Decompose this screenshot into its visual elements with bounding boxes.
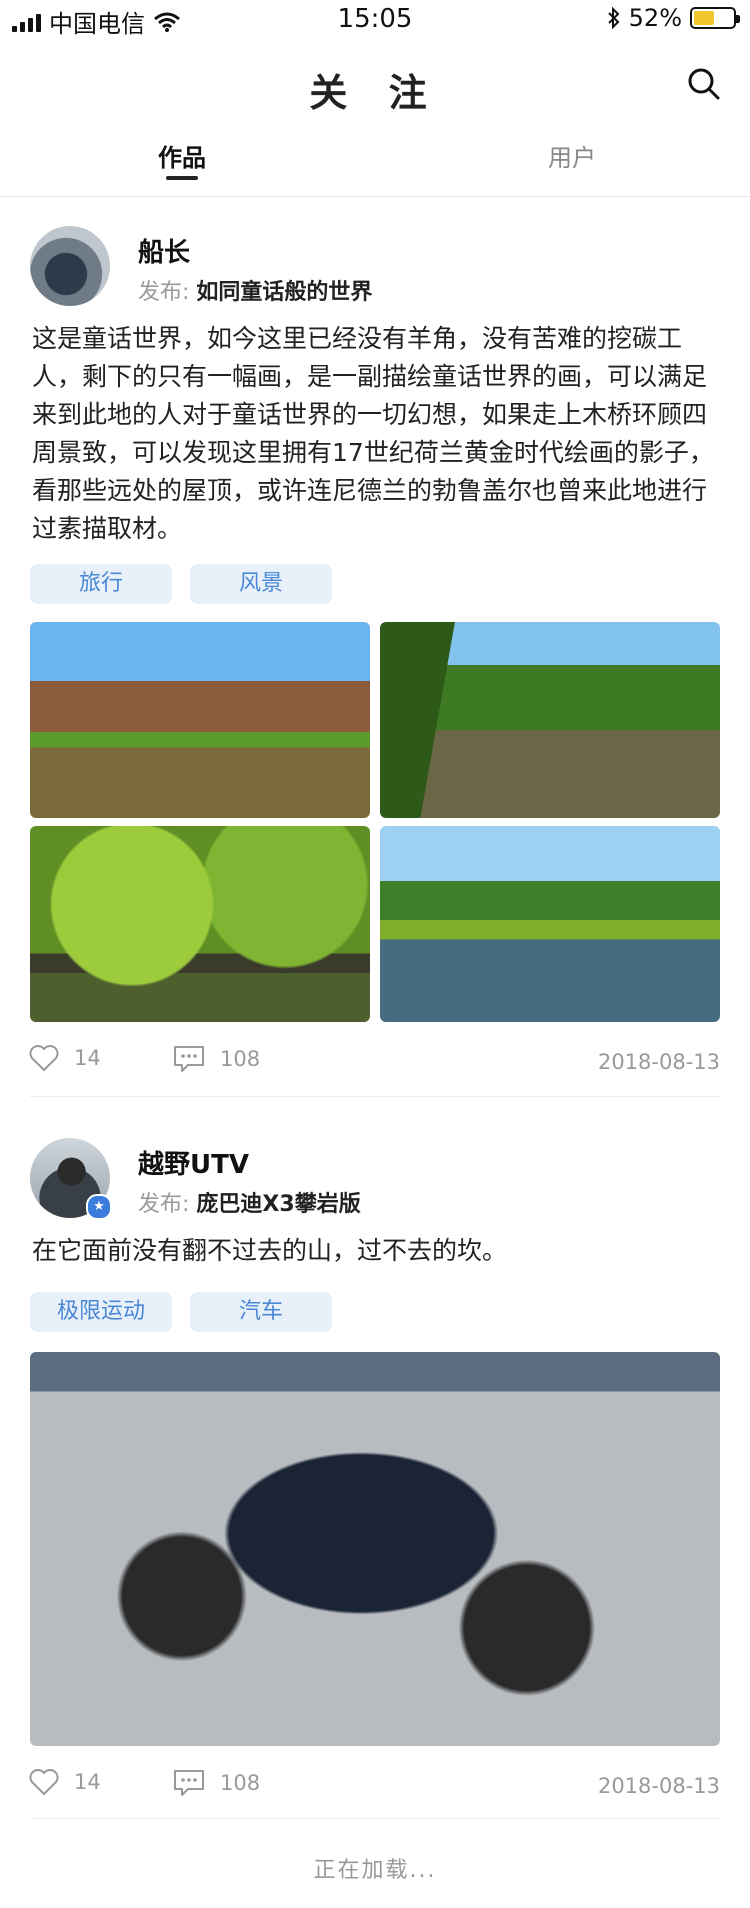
tab-works[interactable]: 作品	[82, 138, 282, 173]
comment-icon	[174, 1046, 204, 1072]
post-text: 这是童话世界，如今这里已经没有羊角，没有苦难的挖碳工人，剩下的只有一幅画，是一副…	[32, 324, 714, 543]
post-divider	[30, 1818, 720, 1819]
status-bar: 中国电信 15:05 52%	[0, 0, 750, 40]
like-count: 14	[74, 1770, 101, 1794]
publish-title[interactable]: 庞巴迪X3攀岩版	[196, 1192, 360, 1217]
comment-button[interactable]: 108	[172, 1768, 260, 1798]
tab-users[interactable]: 用户	[472, 138, 672, 173]
publish-line: 发布: 庞巴迪X3攀岩版	[138, 1186, 361, 1218]
battery-percent: 52%	[628, 4, 682, 32]
tag-extreme-sports[interactable]: 极限运动	[30, 1292, 172, 1332]
page-title: 关 注	[309, 71, 441, 115]
search-icon	[688, 68, 720, 100]
like-count: 14	[74, 1046, 101, 1070]
loading-indicator: 正在加载...	[313, 1858, 437, 1883]
post-date: 2018-08-13	[597, 1774, 720, 1798]
publish-line: 发布: 如同童话般的世界	[138, 274, 372, 306]
publish-title[interactable]: 如同童话般的世界	[196, 280, 372, 305]
verified-badge-icon: ★	[86, 1194, 112, 1220]
comment-button[interactable]: 108	[172, 1044, 260, 1074]
publish-prefix: 发布:	[138, 1192, 190, 1217]
like-button[interactable]: 14	[28, 1768, 101, 1796]
status-right: 52%	[607, 4, 740, 32]
search-button[interactable]	[684, 64, 724, 104]
post-image[interactable]	[380, 622, 720, 818]
comment-count: 108	[220, 1771, 261, 1795]
battery-icon	[690, 7, 740, 29]
post-image[interactable]	[30, 622, 370, 818]
comment-count: 108	[220, 1047, 261, 1071]
heart-icon	[29, 1769, 59, 1795]
username[interactable]: 船长	[138, 232, 190, 269]
tag-car[interactable]: 汽车	[190, 1292, 332, 1332]
avatar[interactable]	[30, 226, 110, 306]
post-actions: 14 108 2018-08-13	[0, 1768, 750, 1808]
publish-prefix: 发布:	[138, 280, 190, 305]
battery-fill	[694, 11, 714, 25]
post-date: 2018-08-13	[597, 1050, 720, 1074]
tag-travel[interactable]: 旅行	[30, 564, 172, 604]
nav-bar: 关 注	[0, 40, 750, 130]
post-text: 在它面前没有翻不过去的山，过不去的坎。	[32, 1236, 508, 1265]
tag-scenery[interactable]: 风景	[190, 564, 332, 604]
heart-icon	[29, 1045, 59, 1071]
post-image[interactable]	[30, 1352, 720, 1746]
like-button[interactable]: 14	[28, 1044, 101, 1072]
username[interactable]: 越野UTV	[138, 1144, 249, 1181]
bluetooth-icon	[607, 7, 620, 29]
page: 中国电信 15:05 52% 关 注 作品 用户 船长 发布: 如同童话般的世界…	[0, 0, 750, 1908]
post-image[interactable]	[380, 826, 720, 1022]
tab-bar: 作品 用户	[0, 130, 750, 197]
post-image[interactable]	[30, 826, 370, 1022]
comment-icon	[174, 1770, 204, 1796]
post-actions: 14 108 2018-08-13	[0, 1044, 750, 1084]
post-divider	[30, 1096, 720, 1097]
tab-active-indicator	[166, 176, 198, 180]
